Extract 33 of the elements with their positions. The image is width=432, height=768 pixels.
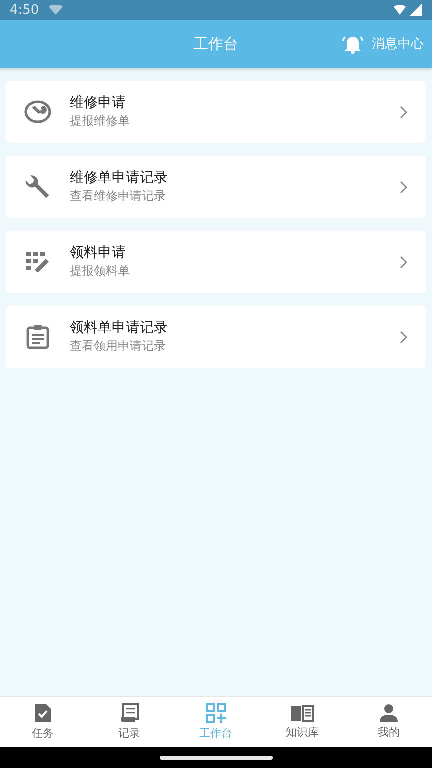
chevron-right-icon (400, 180, 408, 194)
status-time: 4:50 (10, 2, 40, 18)
bell-icon (342, 34, 364, 54)
home-indicator[interactable] (160, 756, 272, 760)
nav-tab[interactable]: 记录 (86, 697, 173, 747)
menu-subtitle: 查看领用申请记录 (70, 338, 167, 355)
nav-tab[interactable]: 知识库 (259, 697, 346, 747)
wifi-icon (49, 5, 64, 15)
chevron-right-icon (400, 106, 408, 118)
menu-card[interactable]: 维修单申请记录 查看维修申请记录 (6, 156, 426, 218)
page-title: 工作台 (194, 34, 238, 54)
menu-card[interactable]: 领料申请 提报领料单 (6, 231, 426, 293)
menu-card[interactable]: 维修申请 提报维修单 (6, 81, 426, 143)
chevron-right-icon (400, 330, 408, 344)
menu-subtitle: 提报维修单 (70, 113, 131, 130)
notepad-icon (120, 703, 140, 723)
menu-title: 维修申请 (70, 94, 127, 112)
signal-icon (394, 4, 422, 16)
menu-subtitle: 提报领料单 (70, 263, 131, 280)
nav-tab[interactable]: 我的 (346, 697, 432, 747)
person-icon (378, 704, 399, 722)
menu-title: 维修单申请记录 (70, 169, 169, 187)
book-icon (290, 704, 314, 722)
grid-pen-icon (26, 252, 50, 272)
chevron-right-icon (400, 256, 408, 268)
clipboard-icon (26, 324, 50, 350)
menu-subtitle: 查看维修申请记录 (70, 188, 167, 205)
nav-tab[interactable]: 任务 (0, 697, 86, 747)
menu-title: 领料单申请记录 (70, 319, 169, 337)
menu-card[interactable]: 领料单申请记录 查看领用申请记录 (6, 306, 426, 368)
grid-plus-icon (206, 703, 226, 723)
task-check-icon (34, 703, 52, 723)
menu-title: 领料申请 (70, 244, 127, 262)
